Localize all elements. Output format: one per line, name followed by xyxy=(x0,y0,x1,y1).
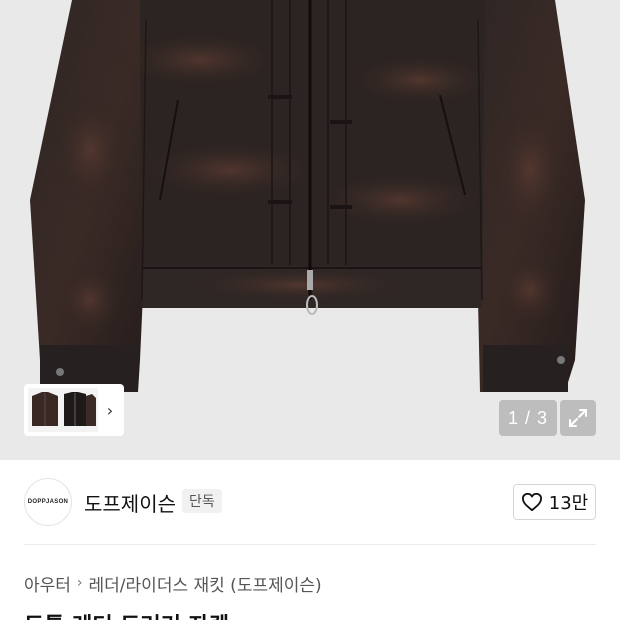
like-button[interactable]: 13만 xyxy=(513,484,596,520)
product-title: 도톰 레더 트러커 자켓 xyxy=(24,608,229,620)
divider xyxy=(24,544,596,545)
exclusive-badge: 단독 xyxy=(182,489,222,513)
product-image-gallery[interactable]: › 1 / 3 xyxy=(0,0,620,460)
thumbnail-image[interactable] xyxy=(28,388,98,432)
thumbnail-strip[interactable]: › xyxy=(24,384,124,436)
breadcrumb-item-category[interactable]: 레더/라이더스 재킷 (도프제이슨) xyxy=(89,571,322,596)
chevron-right-icon[interactable]: › xyxy=(100,388,120,432)
like-count: 13만 xyxy=(548,493,589,514)
heart-icon xyxy=(521,492,542,512)
expand-button[interactable] xyxy=(560,400,596,436)
brand-row: DOPPJASON 도프제이슨 단독 13만 xyxy=(0,460,620,544)
brand-logo[interactable]: DOPPJASON xyxy=(24,478,72,526)
chevron-right-icon: › xyxy=(76,575,83,591)
image-pager: 1 / 3 xyxy=(499,400,557,436)
brand-name[interactable]: 도프제이슨 xyxy=(84,488,176,517)
breadcrumb: 아우터 › 레더/라이더스 재킷 (도프제이슨) xyxy=(24,570,322,596)
expand-icon xyxy=(569,409,587,427)
breadcrumb-item-outer[interactable]: 아우터 xyxy=(24,571,71,596)
